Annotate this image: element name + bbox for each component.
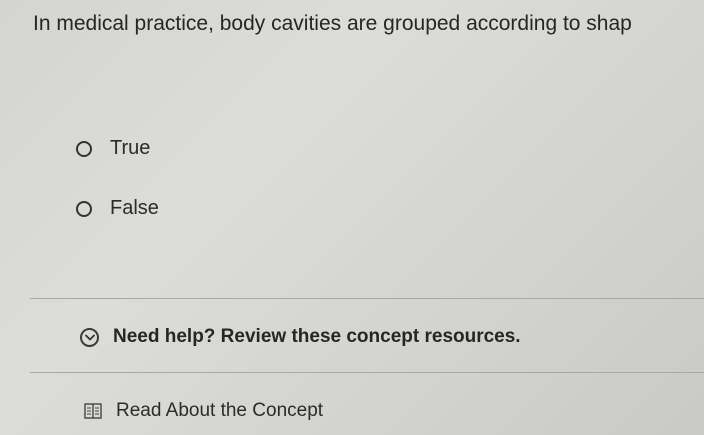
option-true[interactable]: True <box>76 137 150 160</box>
option-true-label: True <box>110 137 151 159</box>
radio-true[interactable] <box>76 140 92 157</box>
divider-top <box>30 298 704 299</box>
question-text: In medical practice, body cavities are g… <box>33 12 632 35</box>
help-toggle[interactable]: Need help? Review these concept resource… <box>80 326 521 348</box>
option-false[interactable]: False <box>76 197 159 220</box>
radio-false[interactable] <box>76 200 92 217</box>
chevron-down-circle-icon[interactable] <box>80 327 99 347</box>
option-false-label: False <box>110 197 159 219</box>
read-about-concept-link[interactable]: Read About the Concept <box>84 400 323 422</box>
divider-bottom <box>30 372 704 373</box>
book-icon <box>84 403 102 419</box>
help-label[interactable]: Need help? Review these concept resource… <box>113 326 521 348</box>
read-about-concept-label[interactable]: Read About the Concept <box>116 400 323 422</box>
